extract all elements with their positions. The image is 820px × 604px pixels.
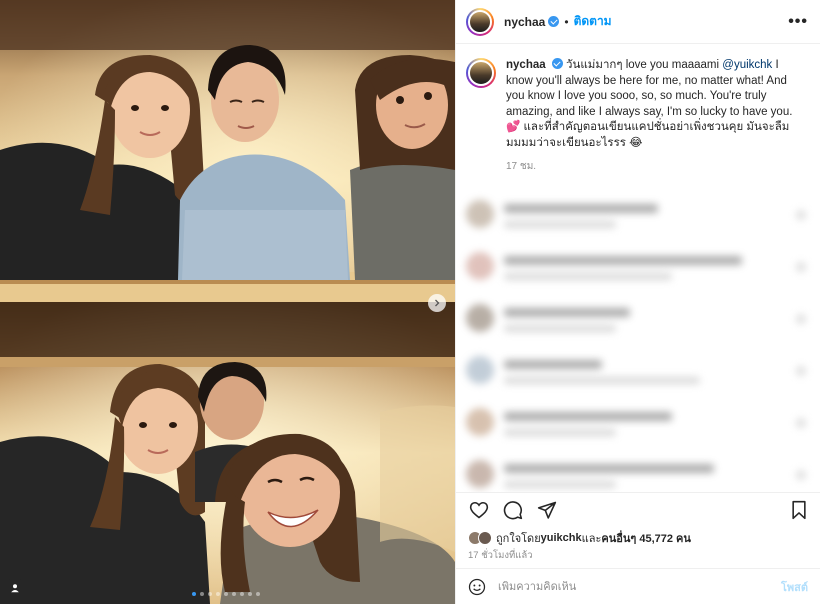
comment-item: [456, 252, 820, 304]
photo-top: [0, 0, 455, 302]
carousel-dot: [208, 592, 212, 596]
caption-mention-link[interactable]: @yuikchk: [722, 59, 772, 71]
comment-button[interactable]: [502, 499, 524, 521]
user-tag-button[interactable]: [5, 578, 25, 598]
comment-item: [456, 200, 820, 252]
liked-by-user[interactable]: yuikchk: [541, 532, 582, 544]
post-media[interactable]: [0, 0, 455, 604]
comments-section[interactable]: nychaа วันแม่มากๆ love you maaaami @yuik…: [456, 45, 820, 492]
carousel-dot: [216, 592, 220, 596]
heart-emoji: 💕: [506, 121, 521, 133]
comment-item: [456, 304, 820, 356]
follow-button[interactable]: ติดตาม: [574, 12, 612, 31]
more-icon[interactable]: •••: [788, 13, 808, 31]
carousel-dot: [232, 592, 236, 596]
caption-username[interactable]: nychaа: [506, 59, 546, 71]
carousel-dot: [224, 592, 228, 596]
verified-icon: [551, 58, 563, 69]
post-caption: nychaа วันแม่มากๆ love you maaaami @yuik…: [456, 45, 820, 175]
comment-item: [456, 460, 820, 492]
carousel-indicator: [192, 592, 260, 596]
post-comment-button[interactable]: โพสต์: [781, 578, 808, 596]
blurred-comments: [456, 200, 820, 492]
comment-item: [456, 408, 820, 460]
photo-bottom: [0, 302, 455, 604]
save-button[interactable]: [788, 499, 810, 521]
share-icon: [537, 501, 557, 519]
liked-by-others[interactable]: คนอื่นๆ 45,772 คน: [601, 529, 691, 547]
caption-text: วันแม่มากๆ love you maaaami: [566, 59, 723, 71]
caption-avatar[interactable]: [466, 58, 496, 88]
author-username[interactable]: nychaа: [504, 15, 545, 29]
author-avatar[interactable]: [466, 7, 494, 36]
liked-by-mid: และ: [581, 533, 602, 545]
caption-timestamp: 17 ชม.: [506, 161, 537, 172]
laugh-emoji: 😂: [629, 136, 643, 149]
share-button[interactable]: [536, 499, 558, 521]
add-comment-bar: โพสต์: [456, 568, 820, 604]
carousel-dot: [240, 592, 244, 596]
post-header: nychaа • ติดตาม •••: [456, 0, 820, 44]
liker-avatars: [468, 531, 492, 545]
comment-item: [456, 356, 820, 408]
heart-icon: [469, 501, 489, 519]
like-button[interactable]: [468, 499, 490, 521]
likes-summary[interactable]: ถูกใจโดย yuikchk และ คนอื่นๆ 45,772 คน: [468, 529, 810, 547]
liked-by-prefix: ถูกใจโดย: [496, 533, 541, 545]
carousel-dot: [256, 592, 260, 596]
comment-input[interactable]: [498, 580, 781, 593]
verified-icon: [548, 16, 560, 27]
post-actions: [456, 492, 820, 526]
post-timestamp: 17 ชั่วโมงที่แล้ว: [468, 550, 533, 561]
post-side-panel: nychaа • ติดตาม ••• nychaа วันแม่มากๆ lo…: [455, 0, 820, 604]
bookmark-icon: [792, 500, 806, 519]
user-tag-icon: [11, 584, 19, 593]
carousel-dot: [248, 592, 252, 596]
carousel-dot: [192, 592, 196, 596]
next-photo-button[interactable]: [428, 294, 446, 312]
separator-dot: •: [564, 14, 569, 29]
caption-text: และที่สำคัญตอนเขียนแคปชั่นอย่าเพิ่งชวนคุ…: [506, 121, 790, 149]
emoji-icon[interactable]: [468, 578, 486, 596]
next-arrow-icon: [435, 299, 440, 307]
carousel-dot: [200, 592, 204, 596]
comment-icon: [503, 500, 523, 519]
